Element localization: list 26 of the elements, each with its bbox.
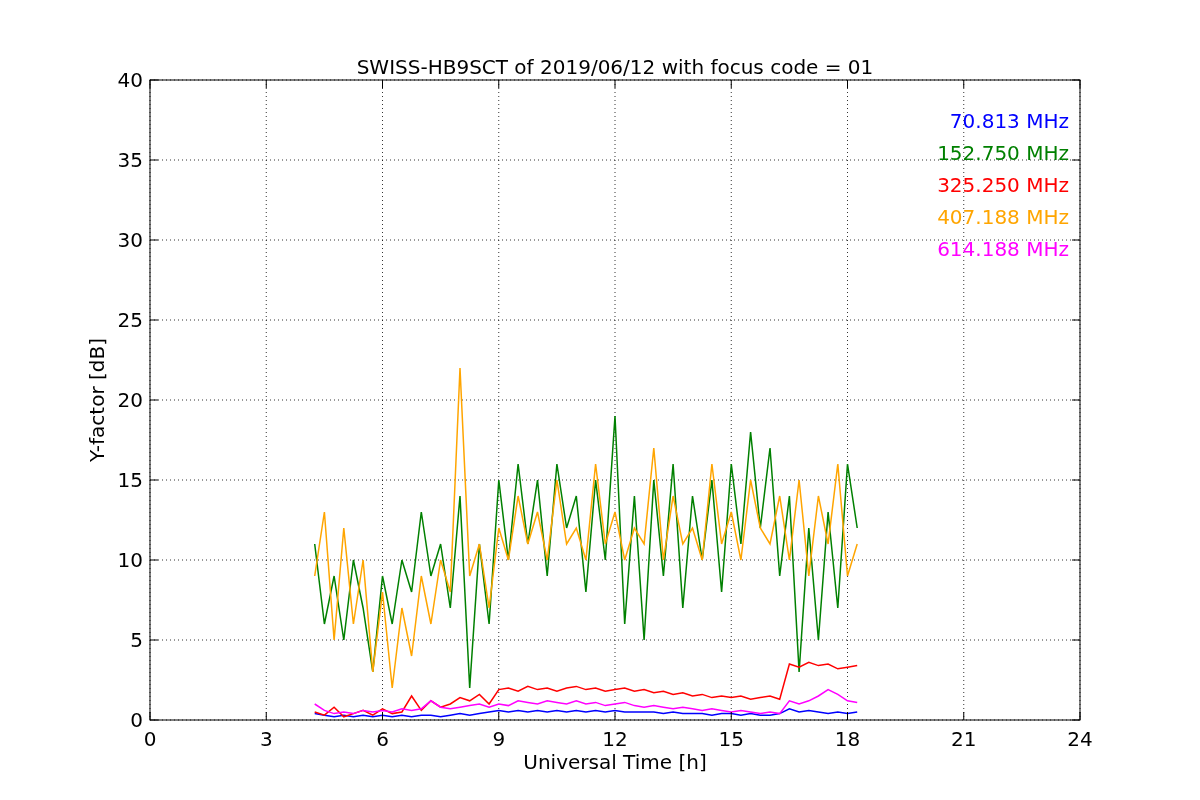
legend-label: 152.750 MHz	[937, 141, 1069, 165]
tick-label: 0	[143, 727, 157, 751]
legend-label: 70.813 MHz	[949, 109, 1069, 133]
axis-label: Y-factor [dB]	[85, 338, 109, 462]
legend-label: 407.188 MHz	[937, 205, 1069, 229]
tick-label: 18	[834, 727, 861, 751]
tick-label: 24	[1067, 727, 1093, 751]
axis-label: Universal Time [h]	[523, 750, 707, 774]
tick-label: 6	[376, 727, 389, 751]
tick-label: 25	[117, 308, 143, 332]
tick-label: 5	[130, 628, 143, 652]
tick-label: 30	[117, 228, 143, 252]
tick-label: 12	[602, 727, 628, 751]
tick-label: 10	[117, 548, 143, 572]
legend-label: 614.188 MHz	[937, 237, 1069, 261]
tick-label: 3	[259, 727, 273, 751]
tick-label: 20	[117, 388, 143, 412]
tick-label: 40	[117, 68, 143, 92]
tick-label: 21	[951, 727, 977, 751]
tick-label: 15	[117, 468, 143, 492]
tick-label: 0	[130, 708, 143, 732]
tick-label: 35	[117, 148, 143, 172]
tick-label: 15	[718, 727, 744, 751]
legend-label: 325.250 MHz	[937, 173, 1069, 197]
chart-title: SWISS-HB9SCT of 2019/06/12 with focus code = 01	[356, 55, 874, 79]
tick-label: 9	[492, 727, 506, 751]
